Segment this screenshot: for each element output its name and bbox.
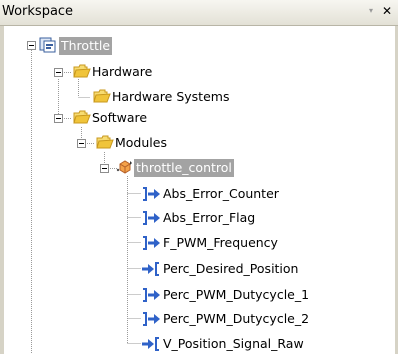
tree-item-software[interactable]: Software (90, 109, 149, 127)
module-icon (115, 158, 133, 174)
output-signal-icon (141, 186, 161, 202)
signal-item[interactable]: F_PWM_Frequency (161, 234, 280, 252)
signal-item[interactable]: Perc_Desired_Position (161, 260, 300, 278)
signal-item[interactable]: Abs_Error_Counter (161, 185, 281, 203)
output-signal-icon (141, 235, 161, 251)
input-signal-icon (141, 261, 161, 277)
collapse-toggle-throttle-control[interactable] (100, 164, 109, 173)
collapse-toggle-hardware[interactable] (54, 68, 63, 77)
tree-item-hardware-systems[interactable]: Hardware Systems (110, 88, 231, 106)
project-icon (39, 36, 57, 53)
tree-item-hardware[interactable]: Hardware (90, 63, 154, 81)
folder-icon (73, 109, 91, 125)
tree-item-throttle-control[interactable]: throttle_control (134, 159, 234, 177)
input-signal-icon (141, 336, 161, 352)
signal-item[interactable]: Perc_PWM_Dutycycle_2 (161, 310, 311, 328)
tree-item-throttle[interactable]: Throttle (59, 37, 113, 55)
folder-icon (93, 88, 111, 104)
tree-item-modules[interactable]: Modules (113, 134, 169, 152)
folder-icon (73, 63, 91, 79)
output-signal-icon (141, 287, 161, 303)
folder-icon (96, 134, 114, 150)
output-signal-icon (141, 210, 161, 226)
signal-item[interactable]: Perc_PWM_Dutycycle_1 (161, 286, 311, 304)
collapse-toggle-software[interactable] (54, 114, 63, 123)
collapse-toggle-modules[interactable] (77, 139, 86, 148)
signal-item[interactable]: Abs_Error_Flag (161, 209, 257, 227)
signal-item[interactable]: V_Position_Signal_Raw (161, 335, 306, 353)
collapse-toggle-root[interactable] (27, 41, 36, 50)
output-signal-icon (141, 311, 161, 327)
